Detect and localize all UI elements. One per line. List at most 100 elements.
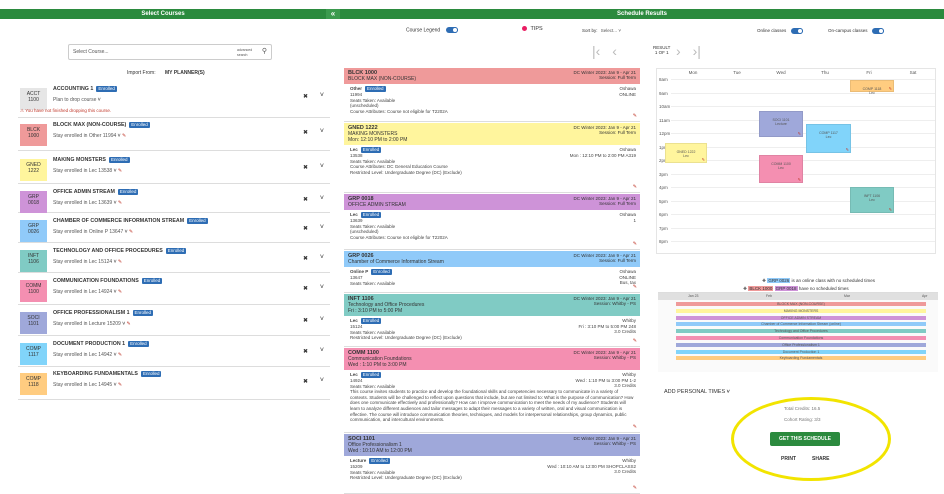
calendar-event[interactable]: INFT 1106 Lec ✎: [850, 187, 894, 213]
course-row[interactable]: COMP 1117 DOCUMENT PRODUCTION 1 Enrolled Sta…: [18, 337, 330, 367]
course-action-select[interactable]: Stay enrolled in Other 11994 ˅ ✎: [53, 133, 126, 139]
on-campus-switch[interactable]: [871, 28, 884, 34]
timeline-month: Mar: [844, 294, 851, 298]
trash-icon[interactable]: ✖: [303, 93, 308, 100]
result-counter: RESULT 1 OF 1: [653, 45, 670, 55]
course-action-select[interactable]: Stay enrolled in Lec 13538 ˅ ✎: [53, 168, 122, 174]
calendar-event-type: Lec: [869, 198, 875, 202]
calendar-event[interactable]: COMP 1117 Lec ✎: [806, 124, 851, 153]
calendar-event-type: Lecture: [775, 122, 787, 126]
calendar-event[interactable]: SOCI 1101 Lecture ✎: [759, 111, 803, 137]
calendar-event[interactable]: COMM 1100 Lec ✎: [759, 155, 803, 183]
import-from-planner-link[interactable]: MY PLANNER(S): [165, 70, 205, 76]
expand-chevron-icon[interactable]: ˅: [320, 284, 324, 291]
calendar-grid-line: [671, 106, 935, 107]
trash-icon[interactable]: ✖: [303, 164, 308, 171]
enrolled-badge: Enrolled: [165, 248, 187, 254]
trash-icon[interactable]: ✖: [303, 196, 308, 203]
expand-chevron-icon[interactable]: ˅: [320, 224, 324, 231]
course-name-row: ACCOUNTING 1 Enrolled: [53, 86, 117, 92]
expand-chevron-icon[interactable]: ˅: [320, 163, 324, 170]
expand-chevron-icon[interactable]: ˅: [320, 316, 324, 323]
course-action-select[interactable]: Stay enrolled in Lec 14945 ˅ ✎: [53, 382, 122, 388]
trash-icon[interactable]: ✖: [303, 348, 308, 355]
course-action-select[interactable]: Stay enrolled in Lecture 15209 ˅ ✎: [53, 321, 131, 327]
course-row[interactable]: ACCT 1100 ACCOUNTING 1 Enrolled Plan to drop…: [18, 82, 330, 118]
course-row[interactable]: SOCI 1101 OFFICE PROFESSIONALISM 1 Enrolled…: [18, 306, 330, 336]
course-row[interactable]: GRP 0018 OFFICE ADMIN STREAM Enrolled Stay e…: [18, 185, 330, 213]
course-legend-toggle[interactable]: Course Legend: [406, 27, 458, 33]
course-action-select[interactable]: Stay enrolled in Lec 13639 ˅ ✎: [53, 200, 122, 206]
first-page-icon[interactable]: |‹: [592, 43, 600, 59]
section-term: DC Winter 2023: Jan 9 - Apr 21 Session: F…: [573, 70, 636, 80]
course-action-text: Stay enrolled in Lec 14924: [53, 289, 113, 295]
calendar-time-label: 9am: [659, 90, 668, 96]
pin-icon: ✎: [845, 147, 849, 152]
section-session: Session: Whitby - PS: [593, 355, 636, 360]
expand-chevron-icon[interactable]: ˅: [320, 347, 324, 354]
course-action-select[interactable]: Plan to drop course ˅: [53, 97, 101, 103]
calendar-event[interactable]: COMP 1118 Lec ✎: [850, 80, 894, 95]
trash-icon[interactable]: ✖: [303, 285, 308, 292]
section-header: INFT 1106 Technology and Office Procedure…: [344, 294, 640, 316]
enrolled-badge: Enrolled: [360, 318, 382, 324]
section-term: DC Winter 2023: Jan 9 - Apr 21 Session: F…: [573, 253, 636, 263]
expand-chevron-icon[interactable]: ˅: [320, 254, 324, 261]
pin-icon: ✎: [632, 184, 637, 190]
course-name-row: BLOCK MAX (NON-COURSE) Enrolled: [53, 122, 150, 128]
course-action-select[interactable]: Stay enrolled in Lec 15124 ˅ ✎: [53, 259, 122, 265]
pin-icon: ✎: [888, 207, 892, 212]
course-code-chip: COMP 1117: [20, 343, 47, 365]
search-icon[interactable]: ⚲: [262, 45, 267, 59]
online-classes-switch[interactable]: [790, 28, 803, 34]
trash-icon[interactable]: ✖: [303, 317, 308, 324]
enrolled-badge: Enrolled: [187, 218, 208, 224]
next-page-icon[interactable]: ›: [676, 43, 681, 59]
add-personal-times-button[interactable]: ADD PERSONAL TIMES ˅: [664, 389, 730, 395]
course-action-select[interactable]: Stay enrolled in Online P 13647 ˅ ✎: [53, 229, 133, 235]
course-name-row: MAKING MONSTERS Enrolled: [53, 157, 130, 163]
expand-chevron-icon[interactable]: ˅: [320, 195, 324, 202]
last-page-icon[interactable]: ›|: [693, 43, 701, 59]
timeline-bar: Communication Foundations: [676, 336, 926, 340]
calendar-event[interactable]: GNED 1222 Lec ✎: [665, 143, 707, 163]
course-row[interactable]: GRP 0026 CHAMBER OF COMMERCE INFORMATION S…: [18, 214, 330, 243]
calendar-event-type: Lec: [778, 166, 784, 170]
course-row[interactable]: BLCK 1000 BLOCK MAX (NON-COURSE) Enrolled St…: [18, 118, 330, 151]
trash-icon[interactable]: ✖: [303, 255, 308, 262]
course-legend-switch[interactable]: [445, 27, 458, 33]
expand-chevron-icon[interactable]: ˅: [320, 377, 324, 384]
calendar-grid-line: [671, 92, 935, 94]
sort-by-select[interactable]: Select...: [601, 28, 617, 33]
course-action-select[interactable]: Stay enrolled in Lec 14942 ˅ ✎: [53, 352, 122, 358]
on-campus-toggle[interactable]: On-campus classes: [828, 28, 884, 34]
course-name-row: COMMUNICATION FOUNDATIONS Enrolled: [53, 278, 163, 284]
expand-chevron-icon[interactable]: ˅: [320, 92, 324, 99]
trash-icon[interactable]: ✖: [303, 129, 308, 136]
course-row[interactable]: COMM 1100 COMMUNICATION FOUNDATIONS Enrolle…: [18, 274, 330, 305]
course-row[interactable]: INFT 1106 TECHNOLOGY AND OFFICE PROCEDURES…: [18, 244, 330, 273]
course-action-select[interactable]: Stay enrolled in Lec 14924 ˅ ✎: [53, 289, 122, 295]
sort-by-control[interactable]: Sort by: Select... ˅: [582, 28, 621, 33]
advanced-search-link[interactable]: advanced search: [237, 45, 255, 57]
course-name: DOCUMENT PRODUCTION 1: [53, 341, 126, 347]
result-count: 1 OF 1: [654, 50, 669, 55]
course-row[interactable]: GNED 1222 MAKING MONSTERS Enrolled Stay enro…: [18, 153, 330, 184]
tips-button[interactable]: TIPS: [522, 26, 543, 32]
highlight-circle: [731, 397, 891, 481]
section-term: DC Winter 2023: Jan 9 - Apr 21 Session: W…: [573, 350, 636, 360]
online-classes-toggle[interactable]: Online classes: [757, 28, 803, 34]
course-action-text: Stay enrolled in Lec 13538: [53, 168, 113, 174]
trash-icon[interactable]: ✖: [303, 225, 308, 232]
calendar-grid-line: [671, 173, 935, 175]
course-search-input[interactable]: Select Course... advanced search ⚲: [68, 44, 272, 60]
trash-icon[interactable]: ✖: [303, 378, 308, 385]
section-header: COMM 1100 Communication Foundations Wed : …: [344, 348, 640, 370]
expand-chevron-icon[interactable]: ˅: [320, 128, 324, 135]
course-name: COMMUNICATION FOUNDATIONS: [53, 278, 139, 284]
course-code-chip: GNED 1222: [20, 159, 47, 181]
prev-page-icon[interactable]: ‹: [612, 43, 617, 59]
collapse-panel-button[interactable]: «: [326, 9, 340, 19]
course-row[interactable]: COMP 1118 KEYBOARDING FUNDAMENTALS Enrolled…: [18, 367, 330, 400]
course-name: OFFICE PROFESSIONALISM 1: [53, 310, 130, 316]
